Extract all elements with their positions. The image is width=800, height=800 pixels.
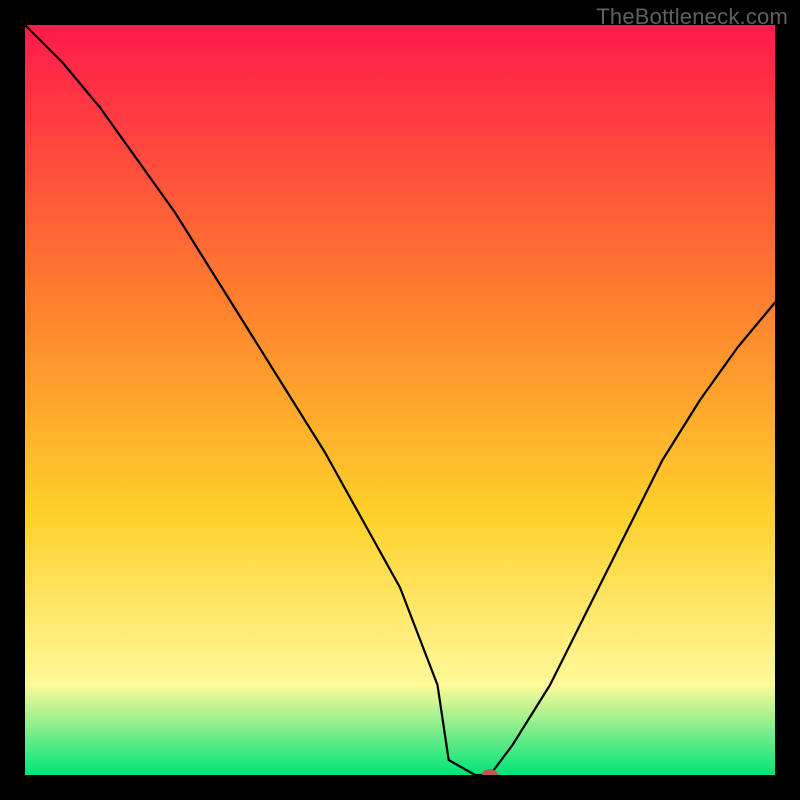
watermark-text: TheBottleneck.com xyxy=(596,4,788,30)
bottleneck-chart xyxy=(25,25,775,775)
gradient-background xyxy=(25,25,775,775)
chart-frame: TheBottleneck.com xyxy=(0,0,800,800)
